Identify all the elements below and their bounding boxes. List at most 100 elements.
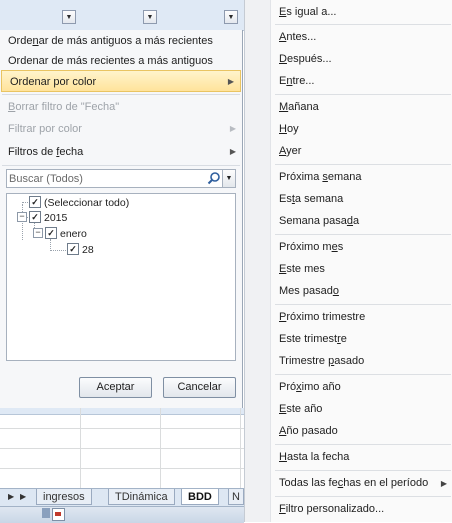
submenu-item-between[interactable]: Entre... [279,71,314,91]
submenu-item-today[interactable]: Hoy [279,119,299,139]
menu-item-label: Trimestre [279,355,329,367]
menu-item-label: Ordenar de más recientes a más antiguos [8,55,213,67]
menu-item-label: iltro personalizado... [285,503,385,515]
tree-item-year[interactable]: − ✓ 2015 [17,211,67,225]
menu-separator [275,496,451,497]
submenu-item-last-week[interactable]: Semana pasada [279,211,359,231]
sheet-tabs-bar: ▶ ▶ ingresos TDinámica BDD N [0,488,244,507]
submenu-item-next-year[interactable]: Próximo año [279,377,341,397]
menu-item-label: ar de más antiguos a más recientes [38,35,213,47]
submenu-item-before[interactable]: Antes... [279,27,316,47]
collapse-toggle-icon[interactable]: − [17,212,27,223]
tree-item-label: 28 [82,244,94,256]
tree-connector [50,250,66,251]
tab-nav-right-icon[interactable]: ▶ [20,492,26,501]
menu-item-accelerator: H [279,451,287,463]
sheet-tab-bdd[interactable]: BDD [181,489,219,505]
menu-item-sort-newest-to-oldest[interactable]: Ordenar de más recientes a más antiguos [0,50,242,72]
menu-item-label: yer [286,145,302,157]
submenu-item-this-quarter[interactable]: Este trimestre [279,329,347,349]
sheet-header-row: ▼ ▼ ▼ [0,0,244,31]
tree-item-day[interactable]: ✓ 28 [67,243,94,257]
tree-item-label: (Seleccionar todo) [44,197,130,209]
macro-record-icon[interactable] [52,508,65,521]
menu-item-label: orrar filtro de "Fecha" [15,101,120,113]
cancel-button[interactable]: Cancelar [163,377,236,398]
menu-item-label: echa [59,146,84,158]
filter-dropdown-button[interactable]: ▼ [224,10,238,24]
sheet-tab-tdinamica[interactable]: TDinámica [108,489,175,505]
menu-item-label: ste año [286,403,323,415]
menu-item-sort-oldest-to-newest[interactable]: Ordenar de más antiguos a más recientes [0,30,242,52]
menu-item-label: espués... [286,53,332,65]
submenu-item-next-week[interactable]: Próxima semana [279,167,362,187]
submenu-item-custom-filter[interactable]: Filtro personalizado... [279,499,384,519]
submenu-item-all-dates-in-period[interactable]: Todas las fechas en el período [279,473,428,493]
menu-item-label: Semana pasa [279,215,347,227]
tree-item-label: 2015 [44,212,68,224]
search-input[interactable] [9,171,199,186]
status-bar [0,506,244,523]
collapse-toggle-icon[interactable]: − [33,228,43,239]
magnifier-icon[interactable] [206,171,222,186]
menu-item-sort-by-color[interactable]: Ordenar por color ▶ [1,70,241,92]
filter-dropdown-button[interactable]: ▼ [143,10,157,24]
checkbox-checked[interactable]: ✓ [45,227,57,240]
menu-separator [275,374,451,375]
menu-item-label: Pró [279,381,297,393]
checkbox-checked[interactable]: ✓ [29,196,41,209]
submenu-item-last-year[interactable]: Año pasado [279,421,338,441]
submenu-item-this-week[interactable]: Esta semana [279,189,343,209]
menu-item-label: asado [334,355,365,367]
grid-line [240,408,241,488]
checkbox-checked[interactable]: ✓ [29,211,41,224]
accept-button[interactable]: Aceptar [79,377,152,398]
menu-separator [275,304,451,305]
menu-item-filter-by-color: Filtrar por color ▶ [0,118,242,140]
menu-item-label: ste mes [286,263,325,275]
submenu-item-last-quarter[interactable]: Trimestre pasado [279,351,364,371]
menu-separator [2,94,240,95]
submenu-item-this-year[interactable]: Este año [279,399,322,419]
submenu-item-yesterday[interactable]: Ayer [279,141,301,161]
tree-item-month[interactable]: − ✓ enero [33,227,87,241]
search-box: ▼ [6,169,236,188]
grid-line [0,468,244,469]
menu-separator [275,234,451,235]
menu-item-label: Ordenar por color [10,76,97,88]
tab-nav-left-icon[interactable]: ▶ [8,492,14,501]
submenu-item-after[interactable]: Después... [279,49,332,69]
submenu-item-year-to-date[interactable]: Hasta la fecha [279,447,349,467]
menu-resize-strip [0,408,244,415]
submenu-arrow-icon: ▶ [229,147,236,156]
checkbox-checked[interactable]: ✓ [67,243,79,256]
menu-item-label: s [337,241,344,253]
menu-icon-strip [245,0,271,522]
menu-separator [275,164,451,165]
menu-item-label: ño pasado [286,425,338,437]
menu-item-label: a semana [294,193,344,205]
submenu-item-tomorrow[interactable]: Mañana [279,97,319,117]
menu-item-label: ntes... [286,31,317,43]
menu-item-label: Mes pasad [279,285,333,297]
menu-item-date-filters[interactable]: Filtros de fecha ▶ [0,141,242,163]
submenu-item-next-month[interactable]: Próximo mes [279,237,343,257]
menu-item-label: Orde [8,35,33,47]
submenu-item-equals[interactable]: Es igual a... [279,2,336,22]
search-scope-dropdown-button[interactable]: ▼ [222,170,235,187]
value-tree-list: ✓ (Seleccionar todo) − ✓ 2015 − ✓ enero ✓ 28 [6,193,236,361]
menu-separator [275,470,451,471]
menu-separator [2,165,240,166]
tree-item-select-all[interactable]: ✓ (Seleccionar todo) [29,196,129,210]
menu-item-accelerator: F [279,503,286,515]
menu-separator [275,444,451,445]
sheet-tab-ingresos[interactable]: ingresos [36,489,92,505]
menu-item-label: Todas las fe [279,477,338,489]
submenu-item-last-month[interactable]: Mes pasado [279,281,339,301]
sheet-tab-partial[interactable]: N [228,489,244,505]
menu-item-accelerator: H [279,123,287,135]
submenu-item-this-month[interactable]: Este mes [279,259,325,279]
submenu-item-next-quarter[interactable]: Próximo trimestre [279,307,365,327]
filter-dropdown-button[interactable]: ▼ [62,10,76,24]
menu-item-label: Es [279,193,292,205]
